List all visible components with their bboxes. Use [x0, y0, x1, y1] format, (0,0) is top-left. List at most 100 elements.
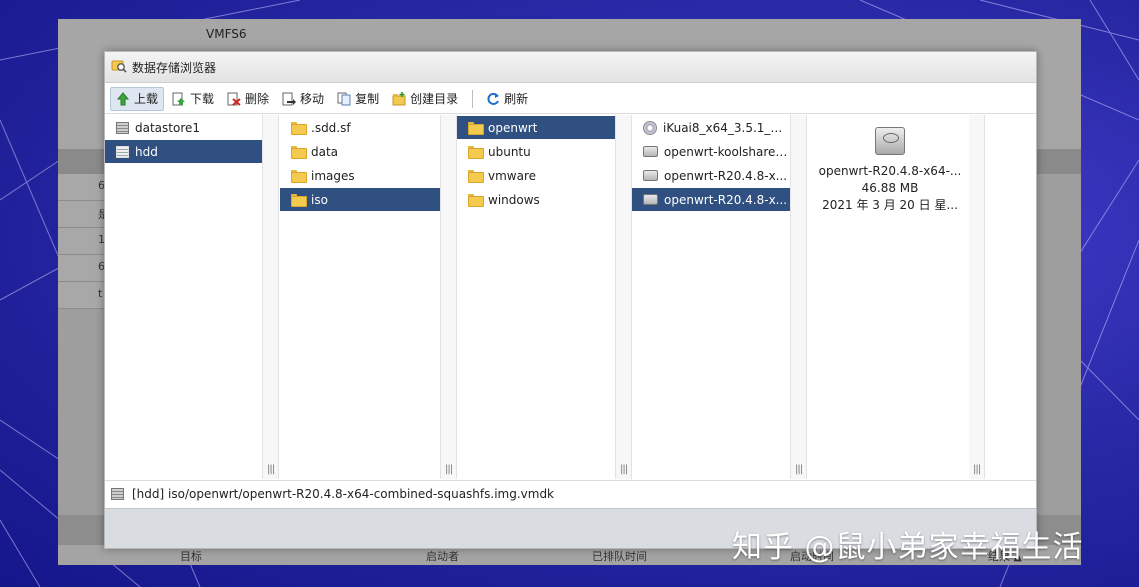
folder-item-selected[interactable]: iso — [280, 188, 440, 211]
preview-filename: openwrt-R20.4.8-x64-... — [818, 164, 962, 178]
folder-item-selected[interactable]: openwrt — [457, 116, 615, 139]
datastore-browser-icon — [111, 58, 127, 77]
underlying-row: 6 — [58, 255, 105, 282]
folder-item[interactable]: ubuntu — [457, 140, 615, 163]
folder-item[interactable]: images — [280, 164, 440, 187]
underlying-row: 6 — [58, 174, 105, 201]
folder-label: ubuntu — [488, 144, 531, 159]
upload-label: 上载 — [134, 92, 159, 106]
column-queued-time: 已排队时间 — [592, 550, 647, 563]
folder-label: vmware — [488, 168, 537, 183]
copy-icon — [337, 92, 351, 106]
subfolder-column: openwrt ubuntu vmware windows — [457, 115, 616, 479]
column-resize-strip[interactable]: ||| — [263, 115, 279, 479]
refresh-label: 刷新 — [504, 92, 529, 106]
folder-label: openwrt — [488, 120, 538, 135]
datastore-icon — [116, 121, 129, 134]
refresh-button[interactable]: 刷新 — [481, 87, 533, 111]
folder-column: .sdd.sf data images iso — [280, 115, 441, 479]
virtual-disk-icon — [643, 146, 658, 157]
resize-grip-icon[interactable]: ||| — [973, 464, 981, 475]
download-label: 下载 — [190, 92, 215, 106]
folder-icon — [291, 146, 307, 159]
upload-arrow-icon — [116, 91, 130, 106]
selected-path: [hdd] iso/openwrt/openwrt-R20.4.8-x64-co… — [132, 487, 555, 501]
resize-grip-icon[interactable]: ||| — [445, 464, 453, 475]
create-directory-button[interactable]: 创建目录 — [387, 87, 463, 111]
folder-item[interactable]: data — [280, 140, 440, 163]
file-label: openwrt-R20.4.8-x... — [664, 192, 788, 207]
folder-icon — [291, 170, 307, 183]
file-item[interactable]: iKuai8_x64_3.5.1_B... — [632, 116, 790, 139]
folder-label: .sdd.sf — [311, 120, 351, 135]
file-column: iKuai8_x64_3.5.1_B... openwrt-koolshare-… — [632, 115, 791, 479]
datastore-icon — [116, 145, 129, 158]
create-directory-label: 创建目录 — [410, 92, 459, 106]
delete-label: 删除 — [245, 92, 270, 106]
underlying-row: 是 — [58, 201, 109, 228]
copy-button[interactable]: 复制 — [332, 87, 384, 111]
folder-item[interactable]: .sdd.sf — [280, 116, 440, 139]
file-label: iKuai8_x64_3.5.1_B... — [662, 120, 790, 135]
underlying-row: 1 — [58, 228, 105, 255]
dialog-title: 数据存储浏览器 — [132, 60, 217, 75]
folder-icon — [468, 146, 484, 159]
folder-icon — [468, 194, 484, 207]
browser-panes: datastore1 hdd ||| .sdd.sf data images i… — [105, 115, 1036, 479]
column-initiator: 启动者 — [426, 550, 459, 563]
new-folder-icon — [392, 91, 406, 106]
delete-button[interactable]: 删除 — [222, 87, 274, 111]
preview-size: 46.88 MB — [861, 181, 919, 195]
datastore-browser-dialog: 数据存储浏览器 上载 下载 删除 移动 复制 创建目录 刷新 datastore… — [104, 51, 1037, 549]
datastore-item-selected[interactable]: hdd — [105, 140, 262, 163]
folder-label: iso — [311, 192, 328, 207]
virtual-disk-icon — [643, 170, 658, 181]
file-label: openwrt-koolshare-... — [663, 144, 790, 159]
toolbar-separator — [472, 89, 474, 108]
folder-label: images — [311, 168, 355, 183]
datastore-column: datastore1 hdd — [105, 115, 263, 479]
delete-icon — [227, 92, 241, 106]
column-resize-strip[interactable]: ||| — [616, 115, 632, 479]
watermark: 知乎 @鼠小弟家幸福生活 — [732, 530, 1084, 565]
folder-label: data — [311, 144, 339, 159]
move-button[interactable]: 移动 — [277, 87, 329, 111]
resize-grip-icon[interactable]: ||| — [620, 464, 628, 475]
file-item[interactable]: openwrt-koolshare-... — [632, 140, 790, 163]
folder-icon — [291, 194, 307, 207]
dialog-titlebar[interactable]: 数据存储浏览器 — [105, 52, 1036, 83]
datastore-item[interactable]: datastore1 — [105, 116, 262, 139]
folder-icon — [291, 122, 307, 135]
toolbar: 上载 下载 删除 移动 复制 创建目录 刷新 — [105, 84, 1036, 114]
disc-image-icon — [643, 120, 657, 135]
download-button[interactable]: 下载 — [167, 87, 219, 111]
move-label: 移动 — [300, 92, 325, 106]
folder-item[interactable]: windows — [457, 188, 615, 211]
column-resize-strip[interactable]: ||| — [969, 115, 985, 479]
file-item-selected[interactable]: openwrt-R20.4.8-x... — [632, 188, 790, 211]
resize-grip-icon[interactable]: ||| — [267, 464, 275, 475]
virtual-disk-icon — [643, 194, 658, 205]
preview-date: 2021 年 3 月 20 日 星... — [822, 198, 958, 212]
file-preview: openwrt-R20.4.8-x64-... 46.88 MB 2021 年 … — [809, 115, 971, 479]
column-resize-strip[interactable]: ||| — [441, 115, 457, 479]
folder-item[interactable]: vmware — [457, 164, 615, 187]
datastore-label: hdd — [135, 144, 158, 159]
copy-label: 复制 — [355, 92, 380, 106]
move-icon — [282, 92, 297, 106]
column-resize-strip[interactable]: ||| — [791, 115, 807, 479]
file-item[interactable]: openwrt-R20.4.8-x... — [632, 164, 790, 187]
resize-grip-icon[interactable]: ||| — [795, 464, 803, 475]
folder-icon — [468, 170, 484, 183]
datastore-label: datastore1 — [135, 120, 201, 135]
path-bar: [hdd] iso/openwrt/openwrt-R20.4.8-x64-co… — [105, 480, 1036, 507]
vmfs-label: VMFS6 — [206, 27, 247, 41]
folder-icon — [468, 122, 484, 135]
underlying-rows: 6 是 1 6 t — [58, 174, 109, 309]
virtual-disk-large-icon — [875, 127, 905, 155]
underlying-row: t — [58, 282, 104, 309]
upload-button[interactable]: 上载 — [110, 86, 165, 111]
refresh-icon — [486, 92, 500, 106]
folder-label: windows — [488, 192, 540, 207]
column-target: 目标 — [180, 550, 202, 563]
